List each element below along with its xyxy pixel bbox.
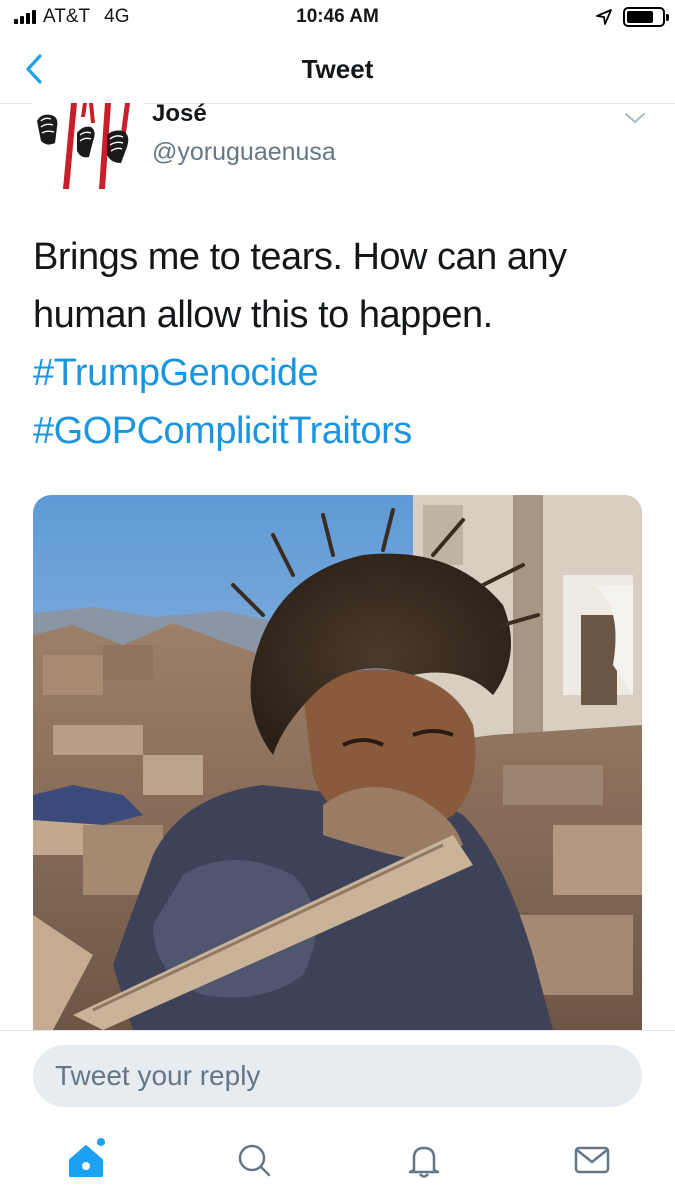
reply-input[interactable]: Tweet your reply	[33, 1045, 642, 1107]
tab-home[interactable]	[62, 1136, 110, 1184]
author-handle[interactable]: @yoruguaenusa	[152, 138, 336, 167]
tab-messages[interactable]	[568, 1136, 616, 1184]
status-time: 10:46 AM	[296, 6, 379, 27]
location-arrow-icon	[596, 9, 612, 25]
tab-notifications[interactable]	[400, 1136, 448, 1184]
tweet-options-button[interactable]	[622, 108, 648, 128]
tab-search[interactable]	[230, 1136, 278, 1184]
status-bar: AT&T 4G 10:46 AM	[0, 0, 675, 34]
tweet-photo[interactable]	[33, 495, 642, 1030]
tweet-text-line: human allow this to happen.	[33, 294, 493, 336]
page-title: Tweet	[301, 54, 374, 84]
notifications-bell-icon	[408, 1146, 440, 1178]
tweet-text-line: Brings me to tears. How can any	[33, 236, 567, 278]
search-icon	[238, 1144, 271, 1177]
hashtag-link[interactable]: #TrumpGenocide	[33, 344, 643, 402]
status-right	[595, 7, 669, 27]
author-name[interactable]: José	[152, 100, 207, 128]
chevron-down-icon	[625, 113, 645, 123]
nav-bar: Tweet	[0, 34, 675, 104]
reply-bar: Tweet your reply	[0, 1030, 675, 1120]
hashtag-link[interactable]: #GOPComplicitTraitors	[33, 402, 643, 460]
battery-icon	[623, 7, 669, 27]
home-icon	[69, 1138, 105, 1177]
tweet-text: Brings me to tears. How can any human al…	[33, 228, 643, 460]
messages-mail-icon	[574, 1146, 610, 1174]
avatar[interactable]	[33, 103, 143, 189]
tab-bar	[0, 1120, 675, 1200]
